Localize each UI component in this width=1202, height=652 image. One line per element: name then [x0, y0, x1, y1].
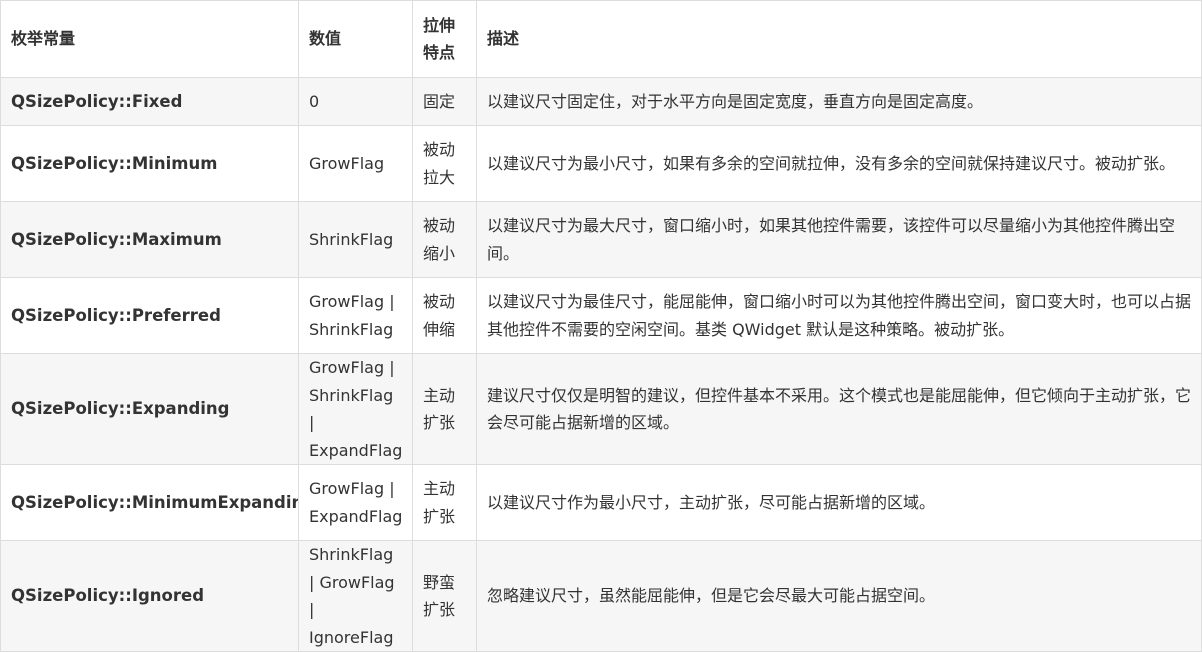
table-row: QSizePolicy::MinimumExpanding GrowFlag |…	[0, 464, 1202, 541]
feature-cell: 被动缩小	[412, 201, 477, 278]
description-cell: 以建议尺寸为最小尺寸，如果有多余的空间就拉伸，没有多余的空间就保持建议尺寸。被动…	[476, 125, 1202, 202]
description-cell: 以建议尺寸固定住，对于水平方向是固定宽度，垂直方向是固定高度。	[476, 77, 1202, 126]
header-description: 描述	[476, 0, 1202, 78]
table-header-row: 枚举常量 数值 拉伸特点 描述	[0, 0, 1202, 78]
table-row: QSizePolicy::Maximum ShrinkFlag 被动缩小 以建议…	[0, 201, 1202, 278]
description-cell: 建议尺寸仅仅是明智的建议，但控件基本不采用。这个模式也是能屈能伸，但它倾向于主动…	[476, 353, 1202, 465]
feature-cell: 固定	[412, 77, 477, 126]
table-row: QSizePolicy::Minimum GrowFlag 被动拉大 以建议尺寸…	[0, 125, 1202, 202]
enum-cell: QSizePolicy::Maximum	[0, 201, 299, 278]
enum-cell: QSizePolicy::MinimumExpanding	[0, 464, 299, 541]
value-cell: GrowFlag | ShrinkFlag | ExpandFlag	[298, 353, 413, 465]
value-cell: GrowFlag | ExpandFlag	[298, 464, 413, 541]
header-value: 数值	[298, 0, 413, 78]
enum-cell: QSizePolicy::Minimum	[0, 125, 299, 202]
feature-cell: 主动扩张	[412, 353, 477, 465]
header-feature: 拉伸特点	[412, 0, 477, 78]
feature-cell: 被动伸缩	[412, 277, 477, 354]
value-cell: GrowFlag	[298, 125, 413, 202]
table-row: QSizePolicy::Expanding GrowFlag | Shrink…	[0, 353, 1202, 465]
feature-cell: 被动拉大	[412, 125, 477, 202]
table-row: QSizePolicy::Fixed 0 固定 以建议尺寸固定住，对于水平方向是…	[0, 77, 1202, 126]
value-cell: ShrinkFlag	[298, 201, 413, 278]
size-policy-table: 枚举常量 数值 拉伸特点 描述 QSizePolicy::Fixed 0 固定 …	[0, 0, 1202, 652]
description-cell: 以建议尺寸为最佳尺寸，能屈能伸，窗口缩小时可以为其他控件腾出空间，窗口变大时，也…	[476, 277, 1202, 354]
header-enum: 枚举常量	[0, 0, 299, 78]
enum-cell: QSizePolicy::Fixed	[0, 77, 299, 126]
description-cell: 以建议尺寸作为最小尺寸，主动扩张，尽可能占据新增的区域。	[476, 464, 1202, 541]
value-cell: 0	[298, 77, 413, 126]
value-cell: GrowFlag | ShrinkFlag	[298, 277, 413, 354]
description-cell: 以建议尺寸为最大尺寸，窗口缩小时，如果其他控件需要，该控件可以尽量缩小为其他控件…	[476, 201, 1202, 278]
enum-cell: QSizePolicy::Expanding	[0, 353, 299, 465]
enum-cell: QSizePolicy::Preferred	[0, 277, 299, 354]
feature-cell: 主动扩张	[412, 464, 477, 541]
table-row: QSizePolicy::Preferred GrowFlag | Shrink…	[0, 277, 1202, 354]
